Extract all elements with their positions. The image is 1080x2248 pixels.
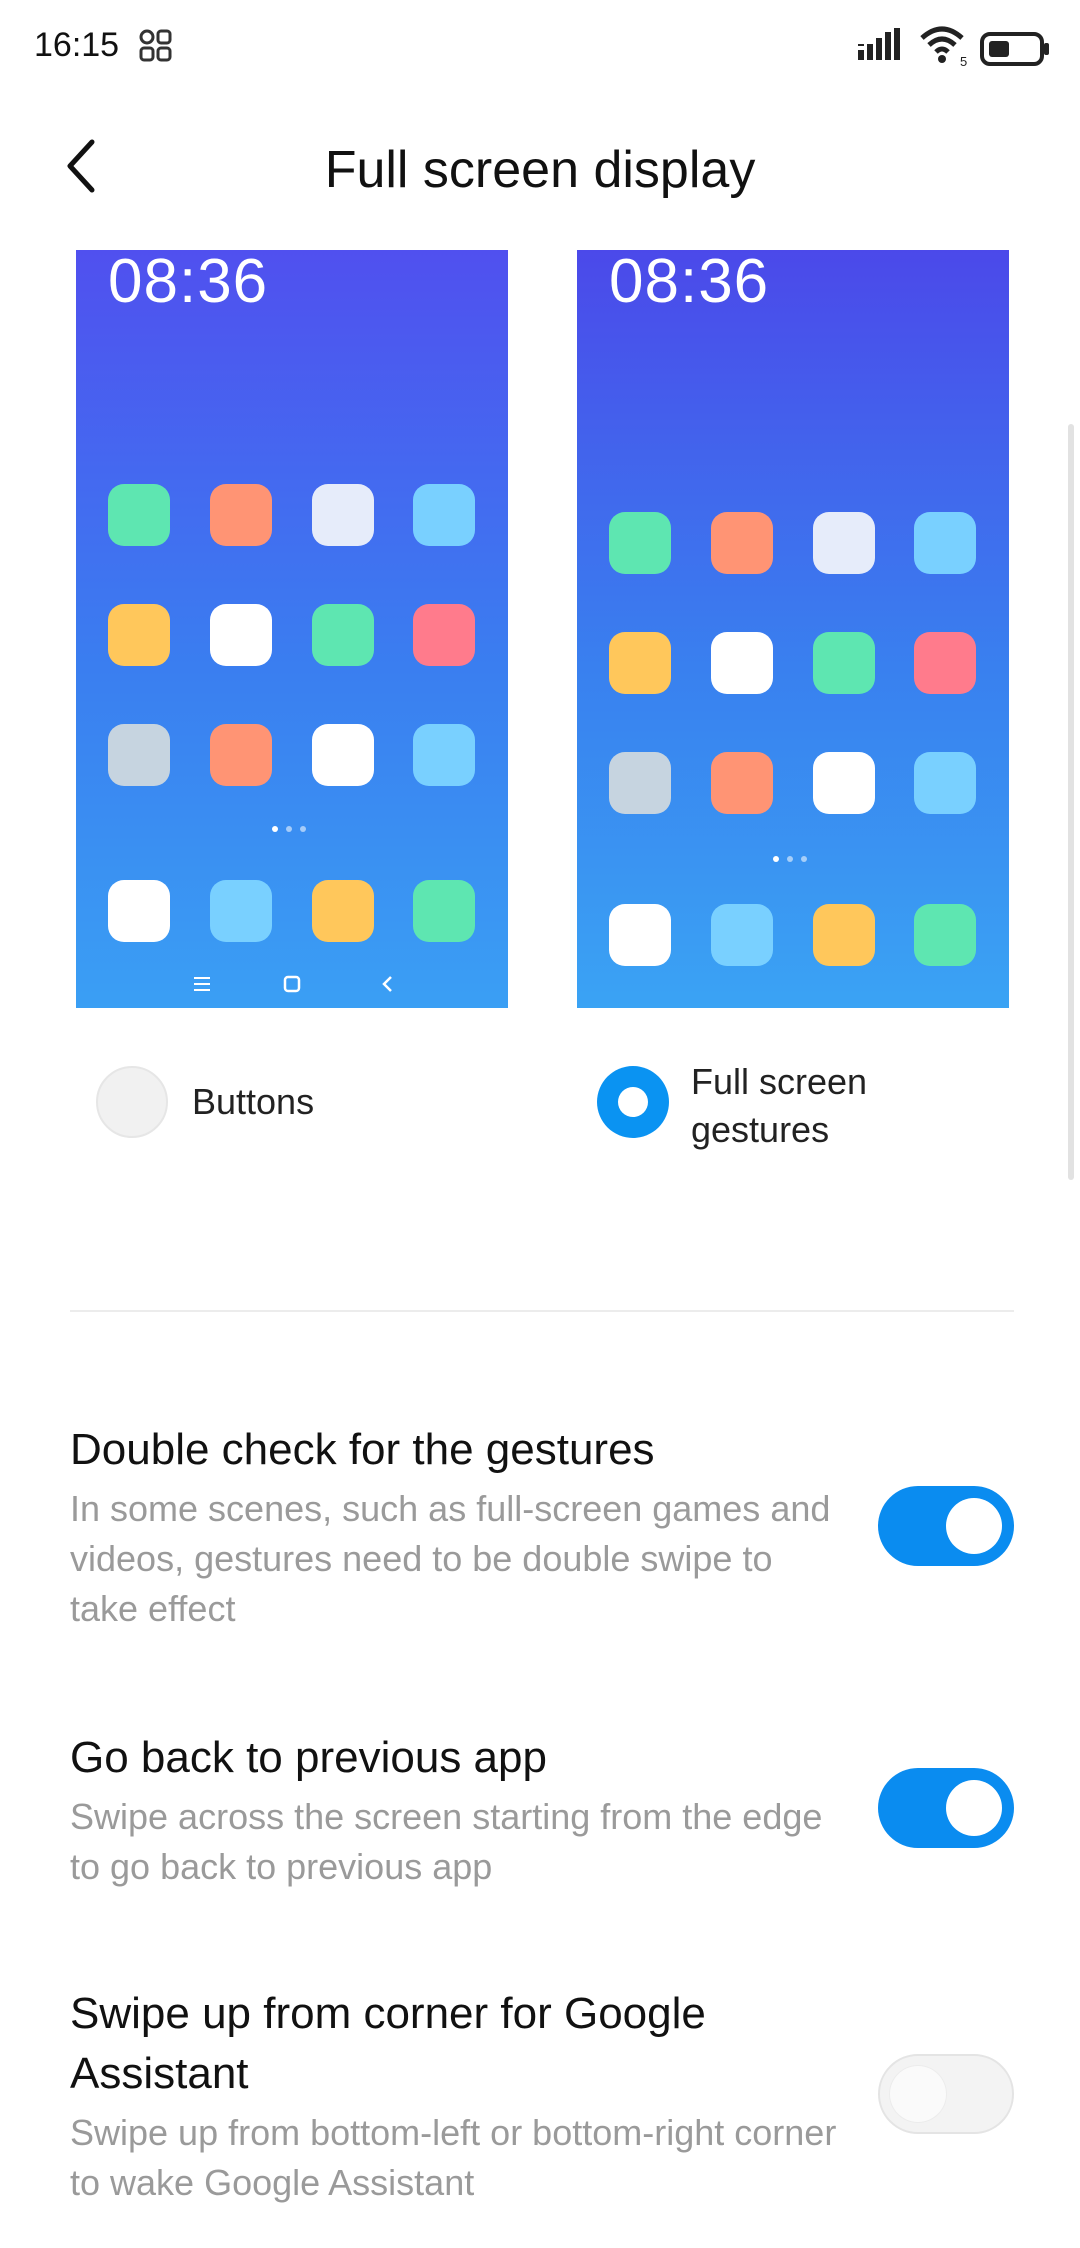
- divider: [70, 1310, 1014, 1312]
- app-icon: [413, 484, 475, 546]
- status-time: 16:15: [34, 26, 120, 64]
- option-gestures-label: Full screen gestures: [691, 1061, 868, 1150]
- app-icon: [312, 484, 374, 546]
- app-icon: [210, 484, 272, 546]
- app-icon: [813, 752, 875, 814]
- app-icon: [914, 632, 976, 694]
- dock-icon: [413, 880, 475, 942]
- dock-icon: [711, 904, 773, 966]
- app-icon: [108, 724, 170, 786]
- home-icon: [283, 975, 301, 993]
- dock-icon: [312, 880, 374, 942]
- app-icon: [609, 512, 671, 574]
- setting-double-check[interactable]: Double check for the gestures In some sc…: [70, 1420, 1014, 1634]
- preview-clock: 08:36: [108, 250, 269, 316]
- option-buttons-label: Buttons: [192, 1081, 315, 1122]
- preview-buttons[interactable]: 08:36: [76, 250, 508, 1008]
- app-icon: [108, 484, 170, 546]
- dock-icon: [914, 904, 976, 966]
- status-bar: 16:15 5: [0, 0, 1080, 96]
- app-icon: [813, 632, 875, 694]
- option-buttons[interactable]: Buttons: [96, 1060, 496, 1140]
- preview-gestures[interactable]: 08:36: [577, 250, 1009, 1008]
- app-icon: [609, 752, 671, 814]
- app-icon: [914, 752, 976, 814]
- dock-icon: [210, 880, 272, 942]
- setting-title: Go back to previous app: [70, 1733, 547, 1782]
- signal-icon: [858, 28, 902, 67]
- app-icon: [914, 512, 976, 574]
- setting-description: Swipe up from bottom-left or bottom-righ…: [70, 2112, 837, 2203]
- app-icon: [413, 724, 475, 786]
- setting-description: In some scenes, such as full-screen game…: [70, 1488, 831, 1629]
- setting-title: Swipe up from corner for Google Assistan…: [70, 1989, 706, 2098]
- app-icon: [413, 604, 475, 666]
- app-icon: [312, 724, 374, 786]
- page-title: Full screen display: [324, 141, 756, 199]
- app-icon: [711, 632, 773, 694]
- option-gestures[interactable]: Full screen gestures: [597, 1060, 1017, 1150]
- scrollbar[interactable]: [1068, 424, 1074, 1180]
- app-icon: [711, 512, 773, 574]
- go-back-toggle[interactable]: [878, 1768, 1014, 1848]
- google-assistant-toggle[interactable]: [878, 2054, 1014, 2134]
- dock-icon: [609, 904, 671, 966]
- preview-clock: 08:36: [609, 250, 770, 316]
- wifi-icon: 5: [918, 24, 970, 73]
- dock-icon: [813, 904, 875, 966]
- app-icon: [210, 724, 272, 786]
- setting-google-assistant[interactable]: Swipe up from corner for Google Assistan…: [70, 1984, 1014, 2208]
- menu-icon: [194, 977, 210, 991]
- app-icon: [312, 604, 374, 666]
- dock-icon: [108, 880, 170, 942]
- app-icon: [108, 604, 170, 666]
- setting-title: Double check for the gestures: [70, 1425, 655, 1474]
- app-icon: [813, 512, 875, 574]
- radio-gestures[interactable]: [597, 1066, 669, 1138]
- setting-go-back[interactable]: Go back to previous app Swipe across the…: [70, 1728, 1014, 1892]
- back-icon: [382, 976, 392, 992]
- app-icon: [609, 632, 671, 694]
- app-icon: [210, 604, 272, 666]
- double-check-toggle[interactable]: [878, 1486, 1014, 1566]
- wifi-badge: 5: [960, 54, 967, 68]
- battery-icon: [980, 32, 1050, 71]
- radio-buttons[interactable]: [96, 1066, 168, 1138]
- setting-description: Swipe across the screen starting from th…: [70, 1796, 823, 1887]
- app-icon: [711, 752, 773, 814]
- qr-icon: [136, 26, 176, 66]
